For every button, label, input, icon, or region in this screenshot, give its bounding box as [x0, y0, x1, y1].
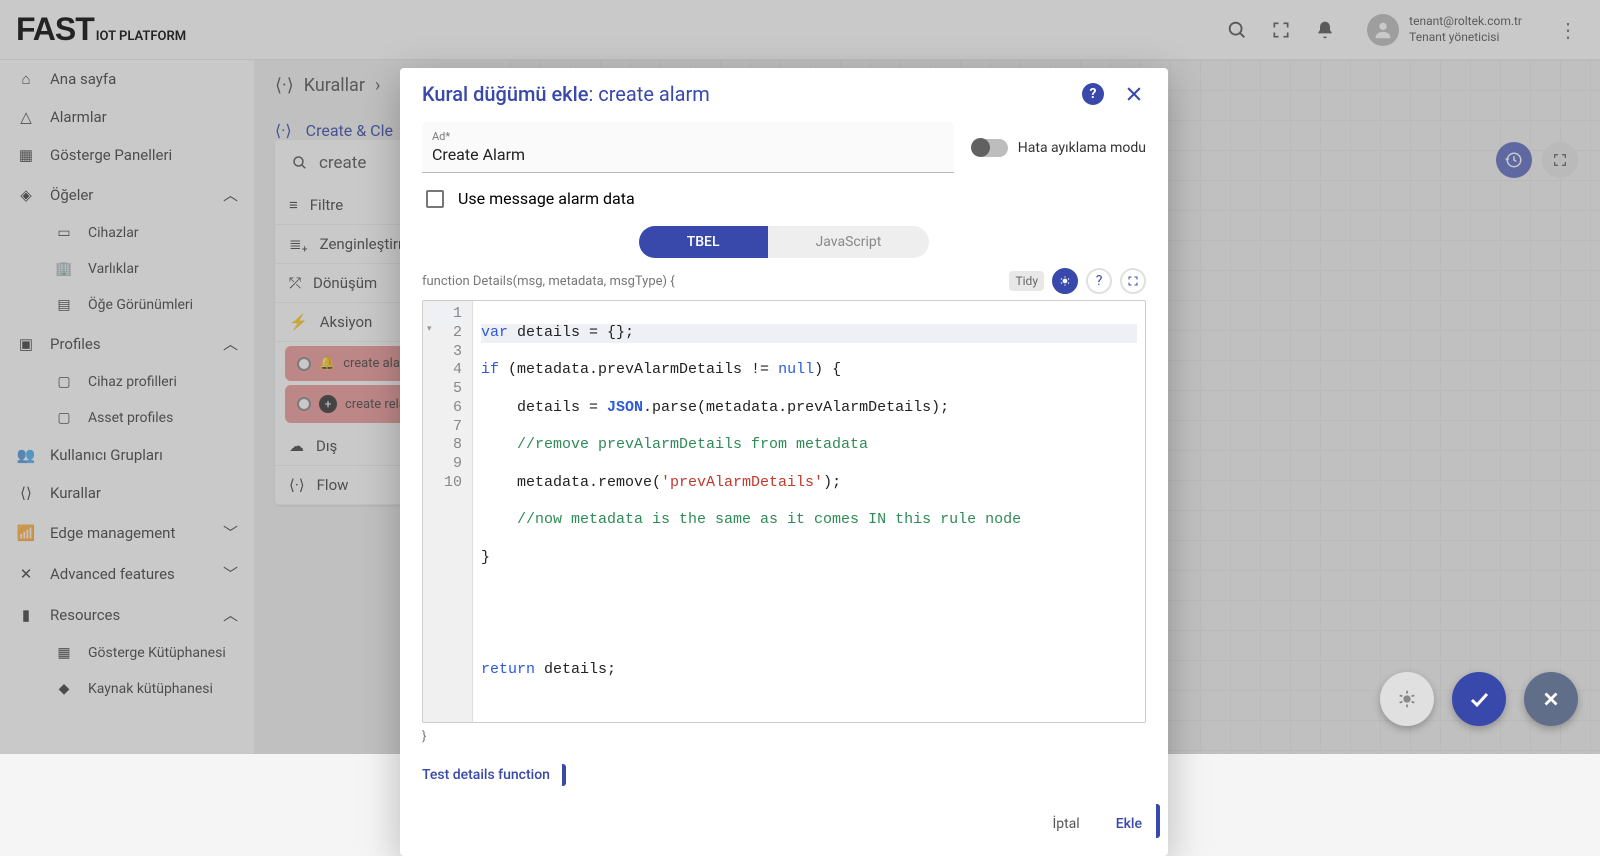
code-content[interactable]: var details = {}; if (metadata.prevAlarm… [473, 301, 1145, 722]
name-label: Ad* [432, 130, 944, 143]
checkbox-label: Use message alarm data [458, 189, 635, 208]
modal-footer: İptal Ekle [400, 798, 1168, 856]
code-editor[interactable]: 12345678910 var details = {}; if (metada… [422, 300, 1146, 723]
name-value: Create Alarm [432, 143, 944, 168]
script-language-tabs: TBEL JavaScript [422, 226, 1146, 258]
name-field[interactable]: Ad* Create Alarm [422, 122, 954, 173]
modal-body: Ad* Create Alarm Hata ayıklama modu Use … [400, 116, 1168, 798]
toggle-icon [974, 139, 1008, 157]
add-button[interactable]: Ekle [1112, 808, 1146, 840]
help-icon[interactable]: ? [1082, 83, 1104, 105]
use-message-alarm-checkbox[interactable]: Use message alarm data [422, 183, 1146, 222]
fab-apply[interactable] [1452, 672, 1506, 726]
debug-label: Hata ayıklama modu [1018, 140, 1146, 156]
tab-tbel[interactable]: TBEL [639, 226, 768, 258]
fab-row [1380, 672, 1578, 726]
test-details-button[interactable]: Test details function [422, 764, 566, 786]
fullscreen-editor-icon[interactable] [1120, 268, 1146, 294]
fab-cancel[interactable] [1524, 672, 1578, 726]
closing-brace: } [422, 729, 1146, 744]
tab-javascript[interactable]: JavaScript [768, 226, 930, 258]
debug-icon[interactable] [1052, 268, 1078, 294]
cancel-button[interactable]: İptal [1048, 808, 1083, 840]
checkbox-icon [426, 190, 444, 208]
fab-debug[interactable] [1380, 672, 1434, 726]
modal-header: Kural düğümü ekle: create alarm ? [400, 68, 1168, 116]
modal-title: Kural düğümü ekle: create alarm [422, 82, 710, 106]
add-rule-node-modal: Kural düğümü ekle: create alarm ? Ad* Cr… [400, 68, 1168, 856]
help-editor-icon[interactable]: ? [1086, 268, 1112, 294]
function-signature: function Details(msg, metadata, msgType)… [422, 274, 675, 289]
code-gutter: 12345678910 [423, 301, 473, 722]
close-icon[interactable] [1122, 82, 1146, 106]
function-signature-row: function Details(msg, metadata, msgType)… [422, 268, 1146, 294]
tidy-button[interactable]: Tidy [1009, 271, 1044, 291]
debug-toggle[interactable]: Hata ayıklama modu [974, 139, 1146, 157]
